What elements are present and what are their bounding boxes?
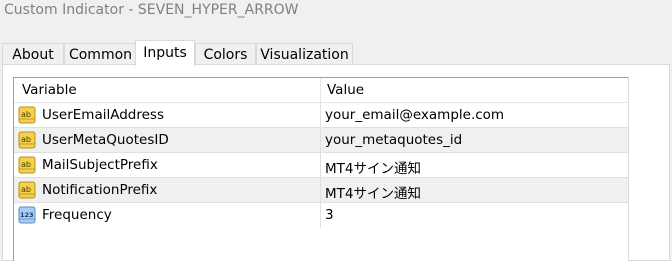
svg-text:ab: ab (21, 160, 31, 169)
cell-divider (320, 153, 321, 178)
cell-divider (320, 203, 321, 228)
cell-divider (320, 128, 321, 153)
cell-divider (320, 103, 321, 128)
table-row[interactable]: ab UserEmailAddress your_email@example.c… (14, 103, 628, 128)
string-type-icon: ab (18, 131, 36, 149)
tab-inputs[interactable]: Inputs (135, 40, 195, 66)
string-type-icon: ab (18, 181, 36, 199)
svg-text:ab: ab (21, 185, 31, 194)
table-row[interactable]: ab NotificationPrefix MT4サイン通知 (14, 178, 628, 203)
svg-text:ab: ab (21, 135, 31, 144)
variable-name: UserEmailAddress (42, 107, 164, 123)
variable-name: NotificationPrefix (42, 182, 158, 198)
string-type-icon: ab (18, 156, 36, 174)
tab-about[interactable]: About (2, 43, 64, 65)
table-header: Variable Value (14, 78, 628, 103)
variable-value[interactable]: 3 (325, 207, 334, 223)
variable-value[interactable]: MT4サイン通知 (325, 182, 421, 202)
table-row[interactable]: ab UserMetaQuotesID your_metaquotes_id (14, 128, 628, 153)
svg-text:ab: ab (21, 110, 31, 119)
variable-value[interactable]: your_metaquotes_id (325, 132, 462, 148)
tab-visualization[interactable]: Visualization (256, 43, 353, 65)
variable-name: MailSubjectPrefix (42, 157, 158, 173)
window-title: Custom Indicator - SEVEN_HYPER_ARROW (4, 2, 299, 18)
inputs-table: Variable Value ab UserEmailAddress your_… (13, 77, 629, 261)
variable-name: Frequency (42, 207, 112, 223)
variable-value[interactable]: your_email@example.com (325, 107, 504, 123)
integer-type-icon: 123 (18, 206, 36, 224)
table-row[interactable]: ab MailSubjectPrefix MT4サイン通知 (14, 153, 628, 178)
string-type-icon: ab (18, 106, 36, 124)
tab-colors[interactable]: Colors (195, 43, 256, 65)
variable-name: UserMetaQuotesID (42, 132, 169, 148)
tab-common[interactable]: Common (64, 43, 137, 65)
tab-bar: About Common Inputs Colors Visualization (0, 40, 672, 66)
svg-text:123: 123 (20, 211, 34, 219)
table-row[interactable]: 123 Frequency 3 (14, 203, 628, 228)
variable-value[interactable]: MT4サイン通知 (325, 157, 421, 177)
header-value[interactable]: Value (327, 82, 364, 98)
cell-divider (320, 178, 321, 203)
header-variable[interactable]: Variable (22, 82, 77, 98)
header-divider[interactable] (320, 78, 321, 102)
